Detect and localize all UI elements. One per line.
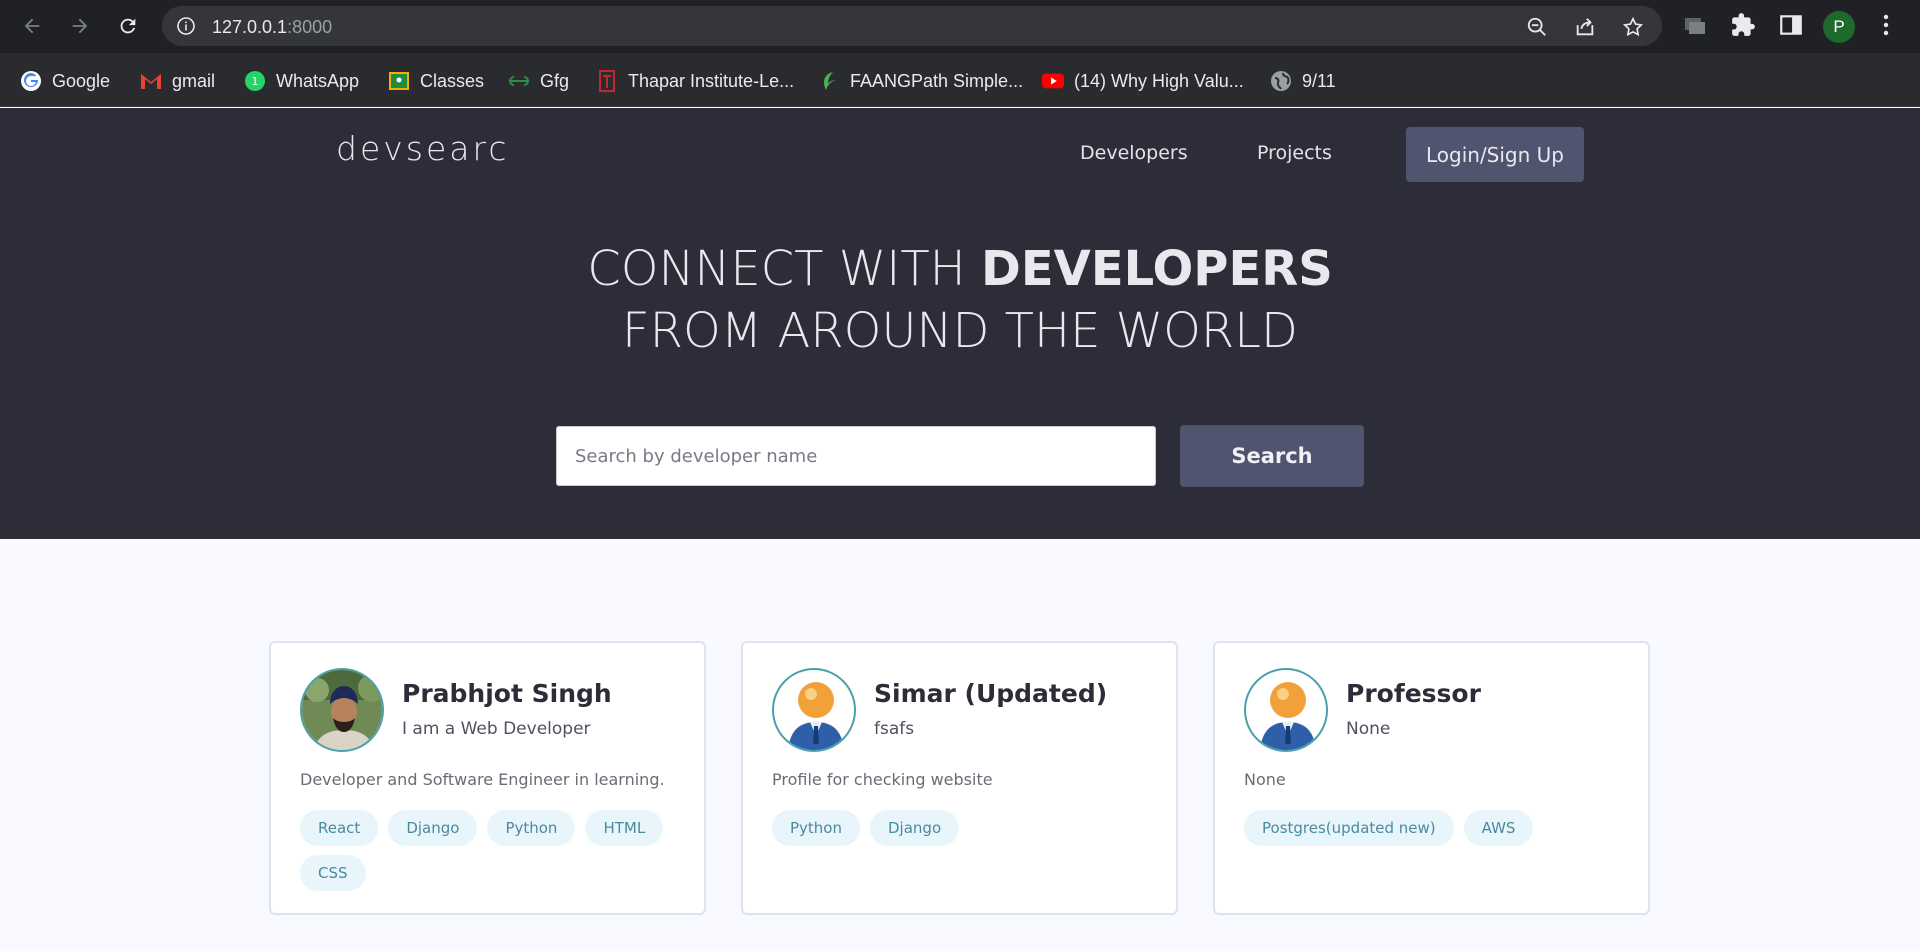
hero-line1-bold: DEVELOPERS [981, 241, 1333, 297]
skill-tag: AWS [1463, 810, 1534, 846]
globe-icon [1270, 70, 1292, 92]
hero-heading: CONNECT WITH DEVELOPERS FROM AROUND THE … [0, 238, 1920, 362]
svg-text:1: 1 [252, 75, 259, 88]
hero-line2: FROM AROUND THE WORLD [622, 303, 1298, 359]
site-header: devsearch Developers Projects Login/Sign… [0, 108, 1920, 539]
profile-avatar[interactable]: P [1823, 11, 1855, 43]
bookmark-faangpath[interactable]: FAANGPath Simple... [818, 67, 1023, 95]
extensions-puzzle-icon[interactable] [1730, 12, 1756, 42]
tab-search-icon[interactable] [1682, 12, 1708, 42]
skill-tags: React Django Python HTML CSS [300, 810, 690, 891]
developer-bio: Profile for checking website [772, 770, 993, 789]
address-bar[interactable]: 127.0.0.1:8000 [162, 6, 1662, 46]
bookmark-gmail[interactable]: gmail [140, 67, 215, 95]
forward-arrow-icon[interactable] [66, 12, 94, 40]
share-icon[interactable] [1574, 16, 1596, 42]
default-user-icon [772, 668, 856, 752]
back-arrow-icon[interactable] [18, 12, 46, 40]
devsearch-logo-icon: devsearch [336, 129, 530, 168]
side-panel-icon[interactable] [1778, 12, 1804, 42]
gmail-icon [140, 70, 162, 92]
developer-card[interactable]: Prabhjot Singh I am a Web Developer Deve… [269, 641, 706, 915]
zoom-icon[interactable] [1526, 16, 1548, 42]
bookmark-star-icon[interactable] [1622, 16, 1644, 42]
classroom-icon [388, 70, 410, 92]
skill-tags: Postgres(updated new) AWS [1244, 810, 1634, 846]
developer-headline: fsafs [874, 719, 915, 739]
site-logo[interactable]: devsearch [336, 129, 530, 178]
bookmark-google[interactable]: Google [20, 67, 110, 95]
reload-icon[interactable] [114, 12, 142, 40]
bookmark-youtube[interactable]: (14) Why High Valu... [1042, 67, 1244, 95]
developer-avatar-photo [300, 668, 384, 752]
skill-tag: CSS [300, 855, 366, 891]
developer-card[interactable]: Professor None None Postgres(updated new… [1213, 641, 1650, 915]
bookmark-thapar[interactable]: Thapar Institute-Le... [596, 67, 794, 95]
developer-bio: None [1244, 770, 1286, 789]
url-text: 127.0.0.1:8000 [212, 17, 333, 37]
skill-tag: Python [487, 810, 576, 846]
skill-tag: HTML [585, 810, 664, 846]
skill-tag: Django [388, 810, 478, 846]
skill-tag: Django [870, 810, 960, 846]
logo-text: devsearch [336, 130, 512, 168]
skill-tag: React [300, 810, 379, 846]
youtube-icon [1042, 70, 1064, 92]
thapar-icon [596, 70, 618, 92]
developer-name[interactable]: Prabhjot Singh [402, 679, 612, 708]
nav-developers[interactable]: Developers [1080, 142, 1188, 164]
hero-line1-light: CONNECT WITH [587, 241, 982, 297]
bookmark-gfg[interactable]: Gfg [508, 67, 569, 95]
login-signup-button[interactable]: Login/Sign Up [1406, 127, 1584, 182]
bookmark-classes[interactable]: Classes [388, 67, 484, 95]
developer-card[interactable]: Simar (Updated) fsafs Profile for checki… [741, 641, 1178, 915]
site-info-icon[interactable] [176, 16, 196, 40]
default-user-icon [1244, 668, 1328, 752]
more-menu-icon[interactable] [1874, 12, 1898, 42]
faangpath-icon [818, 70, 840, 92]
skill-tag: Python [772, 810, 860, 846]
developer-name[interactable]: Professor [1346, 679, 1481, 708]
gfg-icon [508, 70, 530, 92]
skill-tags: Python Django [772, 810, 1162, 846]
developer-name[interactable]: Simar (Updated) [874, 679, 1107, 708]
browser-toolbar: 127.0.0.1:8000 P [0, 0, 1920, 53]
bookmarks-bar: Google gmail 1 WhatsApp Classes Gfg Thap… [0, 53, 1920, 107]
developer-bio: Developer and Software Engineer in learn… [300, 770, 665, 789]
developer-headline: I am a Web Developer [402, 719, 591, 739]
developer-headline: None [1346, 719, 1391, 739]
whatsapp-icon: 1 [244, 70, 266, 92]
developer-search-input[interactable] [556, 426, 1156, 486]
skill-tag: Postgres(updated new) [1244, 810, 1454, 846]
bookmark-whatsapp[interactable]: 1 WhatsApp [244, 67, 359, 95]
search-button[interactable]: Search [1180, 425, 1364, 487]
nav-projects[interactable]: Projects [1257, 142, 1332, 164]
google-icon [20, 70, 42, 92]
bookmark-911[interactable]: 9/11 [1270, 67, 1336, 95]
